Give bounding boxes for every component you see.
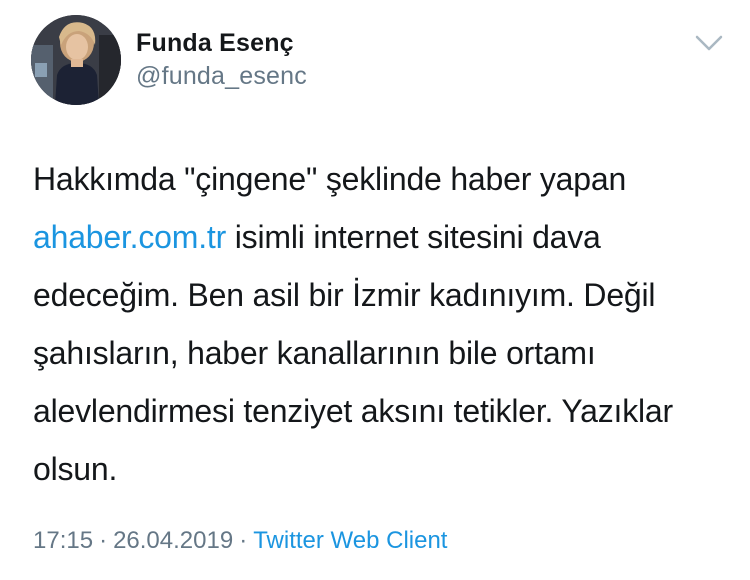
- chevron-down-icon[interactable]: [694, 32, 724, 54]
- meta-separator: ·: [99, 527, 108, 554]
- tweet-card: Funda Esenç @funda_esenc Hakkımda "çinge…: [0, 0, 750, 580]
- meta-separator: ·: [239, 527, 248, 554]
- tweet-text-before-link: Hakkımda "çingene" şeklinde haber yapan: [33, 161, 627, 197]
- tweet-text-after-link: isimli internet sitesini dava edeceğim. …: [33, 219, 673, 487]
- tweet-source-link[interactable]: Twitter Web Client: [253, 527, 447, 554]
- author-handle[interactable]: @funda_esenc: [136, 61, 307, 91]
- tweet-date[interactable]: 26.04.2019: [113, 527, 233, 554]
- tweet-time[interactable]: 17:15: [33, 527, 93, 554]
- tweet-text: Hakkımda "çingene" şeklinde haber yapan …: [33, 150, 733, 498]
- author-display-name[interactable]: Funda Esenç: [136, 28, 307, 58]
- author-block: Funda Esenç @funda_esenc: [136, 28, 307, 91]
- tweet-link-ahaber[interactable]: ahaber.com.tr: [33, 219, 226, 255]
- tweet-meta: 17:15 · 26.04.2019 · Twitter Web Client: [33, 526, 447, 556]
- avatar-photo: [31, 15, 121, 105]
- avatar[interactable]: [31, 15, 121, 105]
